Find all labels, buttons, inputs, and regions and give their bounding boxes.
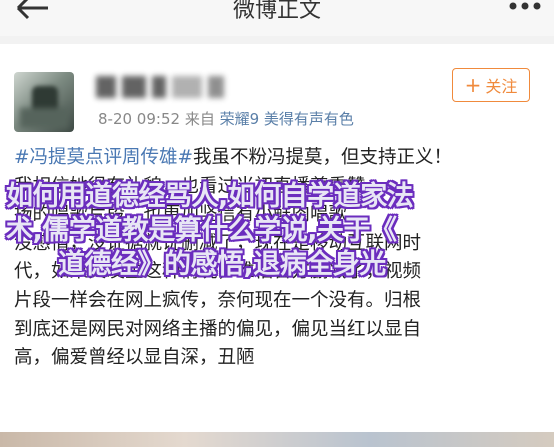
post-meta: 8-20 09:52 来自 荣耀9 美得有声有色 [98,108,354,129]
post-device-link[interactable]: 荣耀9 美得有声有色 [220,110,354,128]
post-line: 片段一样会在网上疯传，奈何现在一个没有。归根 [14,289,422,311]
post-line: #冯提莫点评周传雄#我虽不粉冯提莫，但支持正义！ [14,147,453,168]
overlay-line: 道德经》的感悟,退病全身光 [58,249,386,280]
section-divider [0,36,554,44]
avatar[interactable] [14,72,74,132]
plus-icon: + [464,73,482,97]
overlay-line: 如何用道德经骂人,如何自学道家法 [6,181,414,212]
page-title: 微博正文 [232,0,321,23]
overlay-line: 术,儒学道教是算什么学说,关于《 [6,215,397,246]
post-line: 高，偏爱曾经以显自深，丑陋 [14,347,255,369]
post-time: 8-20 09:52 [98,110,181,128]
more-dots-icon[interactable] [508,2,542,24]
image-strip[interactable] [0,432,554,447]
follow-button[interactable]: + 关注 [452,68,530,102]
overlay-caption: 如何用道德经骂人,如何自学道家法 术,儒学道教是算什么学说,关于《 道德经》的感… [6,180,554,282]
post-source-label: 来自 [184,110,215,128]
top-bar: 微博正文 [0,0,554,37]
post-line: 到底还是网民对网络主播的偏见，偏见当红以显自 [14,318,422,340]
username-redacted[interactable] [96,74,246,100]
hashtag-link[interactable]: #冯提莫点评周传雄# [14,147,193,168]
follow-label: 关注 [485,77,518,96]
